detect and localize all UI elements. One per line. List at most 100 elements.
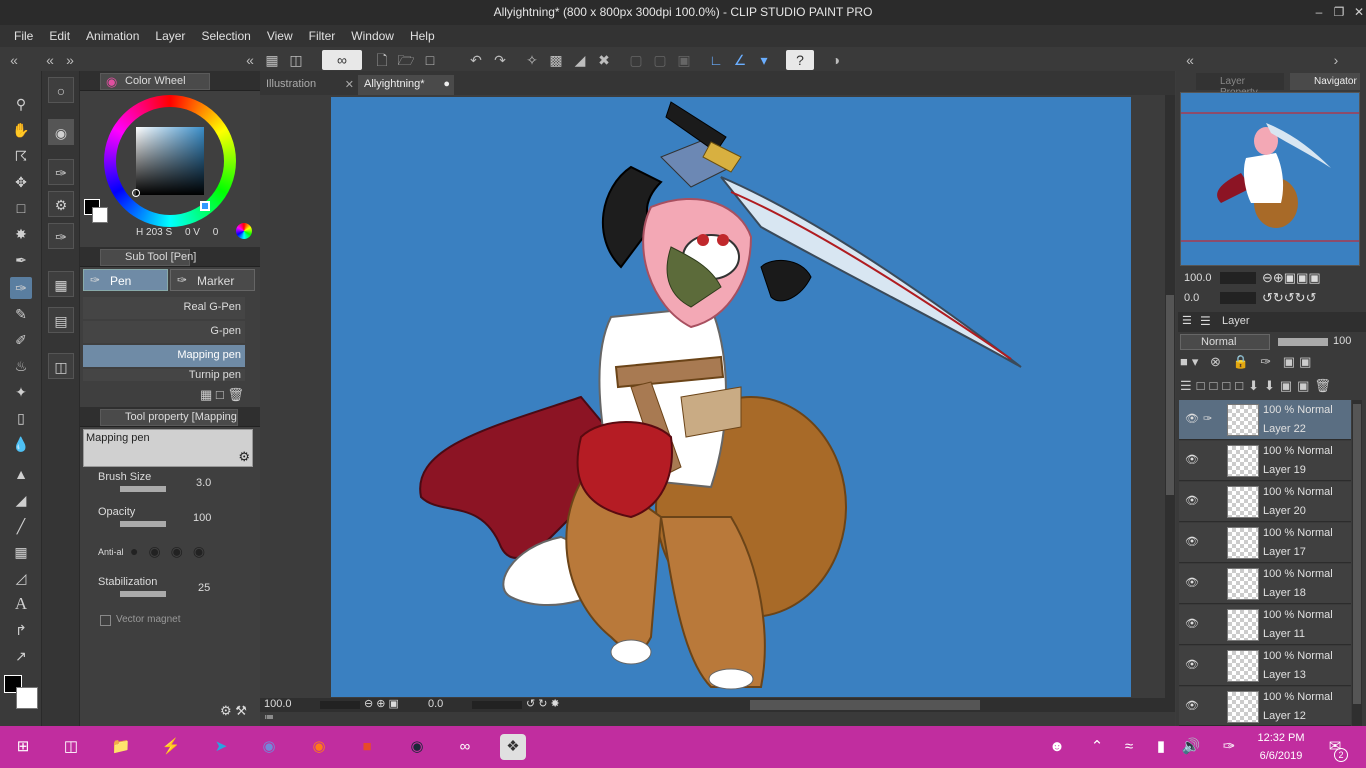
wrench-icon[interactable]: ⚙: [238, 449, 250, 465]
fill-icon[interactable]: ◢: [570, 50, 590, 70]
chevron-up-icon[interactable]: ⌃: [1084, 734, 1110, 760]
close-icon[interactable]: ✕: [1350, 3, 1366, 21]
transform-icon[interactable]: ✧: [522, 50, 542, 70]
balloon-icon[interactable]: ↱: [10, 619, 32, 641]
canvas-rotation-slider[interactable]: [472, 701, 522, 709]
vector-magnet-checkbox[interactable]: [100, 615, 111, 626]
open-file-icon[interactable]: 🗁: [396, 50, 416, 70]
redo-icon[interactable]: ↷: [490, 50, 510, 70]
clear-icon[interactable]: ▢: [626, 50, 646, 70]
collapse-left-icon-4[interactable]: «: [1180, 50, 1200, 70]
undo-icon[interactable]: ↶: [466, 50, 486, 70]
help-icon[interactable]: ?: [786, 50, 814, 70]
layer-row[interactable]: 👁 100 % Normal Layer 18: [1179, 564, 1351, 604]
eye-icon[interactable]: 👁: [1185, 576, 1199, 589]
clock-time[interactable]: 12:32 PM: [1256, 732, 1306, 744]
text-icon[interactable]: A: [10, 593, 32, 615]
canvas-rotation-value[interactable]: 0.0: [428, 698, 443, 710]
rotate-buttons-icon[interactable]: ↺ ↻ ✸: [526, 697, 560, 710]
menu-layer[interactable]: Layer: [155, 29, 185, 43]
eye-icon[interactable]: 👁: [1185, 453, 1199, 466]
layer-scrollbar-thumb[interactable]: [1353, 404, 1361, 704]
color-settings-icon[interactable]: ◑: [826, 50, 846, 70]
correct-line-icon[interactable]: ↗: [10, 645, 32, 667]
layer-action-icons[interactable]: ☰□□□□⬇⬇▣▣🗑: [1180, 378, 1336, 394]
grid-icon[interactable]: ▦: [262, 50, 282, 70]
file-explorer-icon[interactable]: 📁: [108, 734, 134, 760]
canvas-zoom-value[interactable]: 100.0: [264, 698, 292, 710]
eye-icon[interactable]: 👁: [1185, 699, 1199, 712]
crop-icon[interactable]: ✖: [594, 50, 614, 70]
decoration-icon[interactable]: ✦: [10, 381, 32, 403]
settings-pen-icon[interactable]: ⚙: [48, 191, 74, 217]
eraser-icon[interactable]: ▯: [10, 407, 32, 429]
pen-settings-icon[interactable]: ✑: [48, 223, 74, 249]
maximize-icon[interactable]: ❐: [1330, 3, 1348, 21]
navigator-zoom-slider[interactable]: [1220, 272, 1256, 284]
blend-icon[interactable]: 💧: [10, 433, 32, 455]
canvas-vscroll-thumb[interactable]: [1166, 295, 1174, 495]
navigator-rotation-slider[interactable]: [1220, 292, 1256, 304]
pen-icon[interactable]: ✑: [10, 277, 32, 299]
menu-selection[interactable]: Selection: [201, 29, 250, 43]
tab-pen[interactable]: ✑ Pen: [83, 269, 168, 291]
subtool-real-gpen[interactable]: Real G-Pen: [83, 297, 245, 319]
collapse-left-icon-3[interactable]: «: [240, 50, 260, 70]
collapse-left-icon[interactable]: «: [4, 50, 24, 70]
frame-icon[interactable]: ▦: [10, 541, 32, 563]
volume-icon[interactable]: 🔊: [1178, 734, 1204, 760]
saturation-value-square[interactable]: [136, 127, 204, 195]
auto-select-icon[interactable]: ✸: [10, 223, 32, 245]
snap-special-ruler-icon[interactable]: ∠: [730, 50, 750, 70]
brush-size-slider[interactable]: [120, 486, 166, 492]
opacity-value[interactable]: 100: [193, 512, 211, 524]
layer-scrollbar[interactable]: [1352, 400, 1362, 726]
fill-tool-icon[interactable]: ▲: [10, 463, 32, 485]
film-icon[interactable]: ▤: [48, 307, 74, 333]
expand-icon[interactable]: ≔: [264, 712, 274, 723]
eye-icon[interactable]: 👁: [1185, 494, 1199, 507]
tab-close-icon[interactable]: ✕: [345, 78, 354, 91]
opacity-slider[interactable]: [120, 521, 166, 527]
game-icon[interactable]: ■: [354, 734, 380, 760]
subtool-turnip-pen[interactable]: Turnip pen: [83, 369, 245, 381]
color-mode-icon[interactable]: [236, 223, 252, 239]
canvas-vscroll[interactable]: [1165, 95, 1175, 698]
clip-studio-taskbar-icon[interactable]: ∞: [452, 734, 478, 760]
airbrush-icon[interactable]: ♨: [10, 355, 32, 377]
snap-grid-icon[interactable]: ▾: [754, 50, 774, 70]
task-view-icon[interactable]: ◫: [58, 734, 84, 760]
layer-opacity-slider[interactable]: [1278, 338, 1328, 346]
menu-file[interactable]: File: [14, 29, 33, 43]
tab-allyightning[interactable]: Allyightning* ●: [358, 75, 454, 95]
deselect-icon[interactable]: ▩: [546, 50, 566, 70]
tab-illustration[interactable]: Illustration ✕: [260, 75, 356, 95]
menu-window[interactable]: Window: [351, 29, 394, 43]
navigator-zoom-buttons-icon[interactable]: ⊖⊕▣▣▣: [1262, 270, 1321, 286]
move-layer-icon[interactable]: ✥: [10, 171, 32, 193]
canvas-zoom-slider[interactable]: [320, 701, 360, 709]
panel-menu-icon[interactable]: ☰: [1182, 314, 1192, 327]
sub-color-swatch[interactable]: [16, 687, 38, 709]
clock-date[interactable]: 6/6/2019: [1256, 750, 1306, 762]
layer-row[interactable]: 👁 100 % Normal Layer 13: [1179, 646, 1351, 686]
anti-aliasing-options[interactable]: ●◉◉◉: [130, 543, 240, 563]
menu-edit[interactable]: Edit: [49, 29, 70, 43]
pencil-icon[interactable]: ✎: [10, 303, 32, 325]
tab-marker[interactable]: ✑ Marker: [170, 269, 255, 291]
layer-row[interactable]: 👁 100 % Normal Layer 20: [1179, 482, 1351, 522]
color-back-swatch[interactable]: [92, 207, 108, 223]
eye-icon[interactable]: 👁: [1185, 412, 1199, 425]
operation-icon[interactable]: ☈: [10, 145, 32, 167]
selection-icon[interactable]: □: [10, 197, 32, 219]
menu-help[interactable]: Help: [410, 29, 435, 43]
minimize-icon[interactable]: –: [1310, 3, 1328, 21]
firefox-icon[interactable]: ◉: [306, 734, 332, 760]
layer-row[interactable]: 👁 100 % Normal Layer 19: [1179, 441, 1351, 481]
discord-icon[interactable]: ◉: [256, 734, 282, 760]
tab-layer-property[interactable]: Layer Property: [1196, 73, 1284, 98]
blend-mode-select[interactable]: Normal: [1180, 334, 1270, 350]
save-icon[interactable]: □: [420, 50, 440, 70]
menu-filter[interactable]: Filter: [309, 29, 336, 43]
wifi-icon[interactable]: ≈: [1116, 734, 1142, 760]
